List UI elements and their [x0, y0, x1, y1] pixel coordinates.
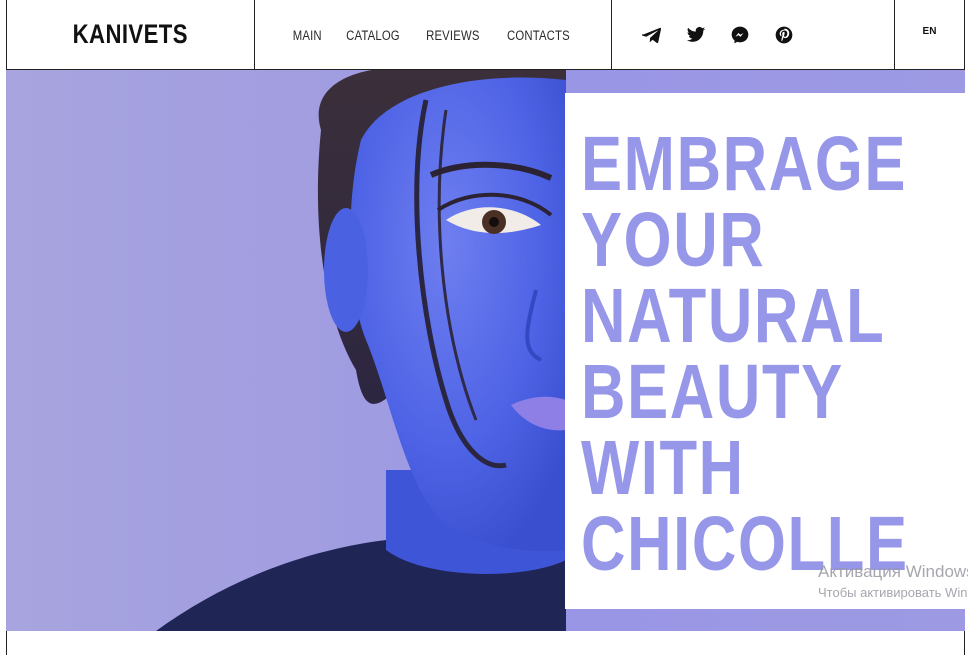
nav-link-catalog[interactable]: CATALOG [346, 28, 400, 43]
headline-line: BEAUTY [581, 349, 844, 435]
language-switcher[interactable]: EN [923, 26, 937, 37]
headline-line: CHICOLLE [581, 501, 909, 587]
next-section-edge [6, 631, 965, 655]
messenger-icon[interactable] [730, 25, 750, 45]
headline-line: EMBRAGE [581, 121, 908, 207]
twitter-icon[interactable] [686, 25, 706, 45]
site-header: KANIVETS MAIN CATALOG REVIEWS CONTACTS E… [6, 0, 965, 70]
headline-line: WITH [581, 425, 745, 511]
telegram-icon[interactable] [642, 25, 662, 45]
nav-link-contacts[interactable]: CONTACTS [507, 28, 570, 43]
social-links [611, 0, 894, 69]
headline-line: YOUR [581, 197, 766, 283]
nav-link-main[interactable]: MAIN [293, 28, 322, 43]
language-cell: EN [894, 0, 964, 69]
hero-section: EMBRAGE YOUR NATURAL BEAUTY WITH CHICOLL… [6, 70, 965, 631]
pinterest-icon[interactable] [774, 25, 794, 45]
site-logo[interactable]: KANIVETS [73, 19, 188, 50]
logo-cell: KANIVETS [7, 0, 254, 69]
main-nav: MAIN CATALOG REVIEWS CONTACTS [254, 0, 611, 69]
headline-line: NATURAL [581, 273, 886, 359]
hero-headline: EMBRAGE YOUR NATURAL BEAUTY WITH CHICOLL… [581, 121, 965, 587]
nav-link-reviews[interactable]: REVIEWS [426, 28, 479, 43]
